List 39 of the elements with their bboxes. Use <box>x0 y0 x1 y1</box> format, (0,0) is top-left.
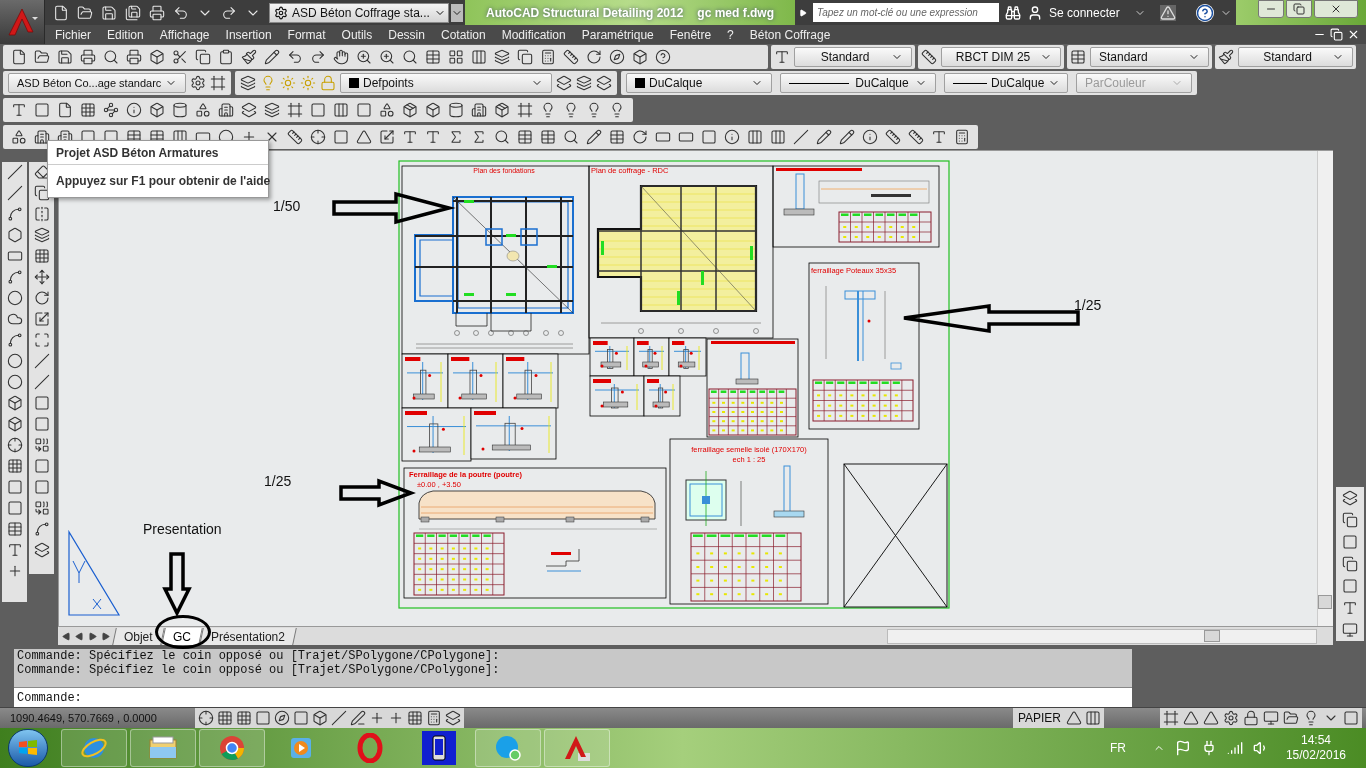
command-history-line: Commande: Spécifiez le coin opposé ou [Trajet/SPolygone/CPolygone]: <box>17 663 501 677</box>
color-dropdown[interactable]: DuCalque <box>626 73 772 93</box>
style-dropdown[interactable]: Standard <box>794 47 912 67</box>
scale-label: 1/25 <box>264 473 292 489</box>
layer-dropdown[interactable]: Defpoints <box>340 73 552 93</box>
file-name: gc med f.dwg <box>697 4 774 22</box>
coordinates-readout: 1090.4649, 570.7669 , 0.0000 <box>9 710 158 726</box>
menu-item[interactable]: ? <box>727 25 734 44</box>
menu-item[interactable]: Béton Coffrage <box>749 25 831 44</box>
menu-item[interactable]: Modification <box>501 25 566 44</box>
scale-label: 1/50 <box>273 198 301 214</box>
menu-item[interactable]: Fichier <box>55 25 91 44</box>
menu-item[interactable]: Paramétrique <box>581 25 654 44</box>
menu-item[interactable]: Cotation <box>440 25 486 44</box>
workspace-dropdown[interactable]: ASD Béton Coffrage sta... <box>269 2 449 23</box>
style-dropdown[interactable]: Standard <box>1090 47 1209 67</box>
menu-item[interactable]: Edition <box>107 25 144 44</box>
tooltip-hint: Appuyez sur F1 pour obtenir de l'aide <box>55 173 268 190</box>
command-line-field[interactable]: Commande: <box>14 687 1132 707</box>
annotation-text: Presentation <box>143 521 222 537</box>
style-dropdown[interactable]: RBCT DIM 25 <box>941 47 1061 67</box>
menu-item[interactable]: Affichage <box>159 25 210 44</box>
window-title: AutoCAD Structural Detailing 2012 <box>485 4 684 22</box>
project-style-dropdown[interactable]: ASD Béton Co...age standarc <box>8 73 186 93</box>
command-history-line: Commande: Spécifiez le coin opposé ou [Trajet/SPolygone/CPolygone]: <box>17 649 501 663</box>
search-field[interactable]: Tapez un mot-clé ou une expression <box>813 3 999 22</box>
layout-tab[interactable]: Objet <box>112 627 165 645</box>
tooltip-title: Projet ASD Béton Armatures <box>48 141 268 165</box>
clock[interactable]: 14:54 15/02/2016 <box>1285 733 1346 763</box>
menu-item[interactable]: Outils <box>341 25 373 44</box>
linetype-dropdown[interactable]: DuCalque <box>780 73 936 93</box>
menu-item[interactable]: Insertion <box>225 25 272 44</box>
lineweight-dropdown[interactable]: DuCalque <box>944 73 1068 93</box>
sign-in-link[interactable]: Se connecter <box>1049 3 1120 22</box>
scale-label: 1/25 <box>1074 297 1102 313</box>
style-dropdown[interactable]: Standard <box>1238 47 1353 67</box>
menu-item[interactable]: Dessin <box>388 25 425 44</box>
menu-item[interactable]: Fenêtre <box>669 25 712 44</box>
menu-item[interactable]: Format <box>287 25 326 44</box>
